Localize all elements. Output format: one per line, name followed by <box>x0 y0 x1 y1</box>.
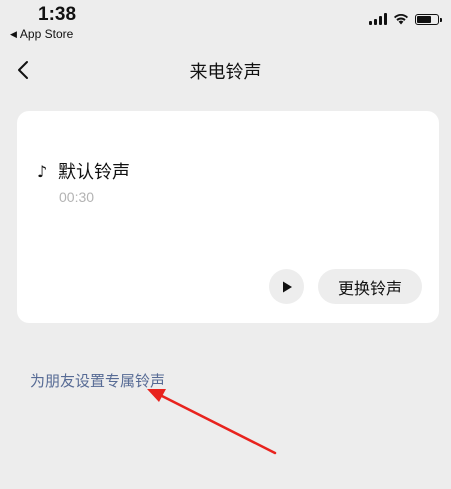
ringtone-duration: 00:30 <box>59 189 95 205</box>
nav-bar: 来电铃声 <box>0 50 451 90</box>
ringtone-name: 默认铃声 <box>58 162 130 183</box>
status-bar: 1:38 ◀ App Store <box>0 0 451 44</box>
wifi-icon <box>394 14 408 25</box>
cellular-signal-icon <box>369 13 387 25</box>
change-ringtone-button[interactable]: 更换铃声 <box>318 269 422 304</box>
music-note-icon: ♪ <box>37 161 48 181</box>
ringtone-card: ♪ 默认铃声 00:30 更换铃声 <box>17 111 439 323</box>
status-icons <box>369 13 442 25</box>
ringtone-row: ♪ 默认铃声 <box>37 158 130 184</box>
battery-icon <box>415 13 442 25</box>
play-button[interactable] <box>269 269 304 304</box>
back-app-label: App Store <box>19 27 74 41</box>
play-icon <box>282 281 292 292</box>
back-triangle-icon: ◀ <box>10 28 17 39</box>
back-to-app-store[interactable]: ◀ App Store <box>10 27 73 41</box>
arrow-shaft <box>158 393 277 455</box>
set-friend-ringtone-link[interactable]: 为朋友设置专属铃声 <box>30 370 165 391</box>
page-title: 来电铃声 <box>189 62 262 83</box>
status-time: 1:38 <box>38 4 77 25</box>
